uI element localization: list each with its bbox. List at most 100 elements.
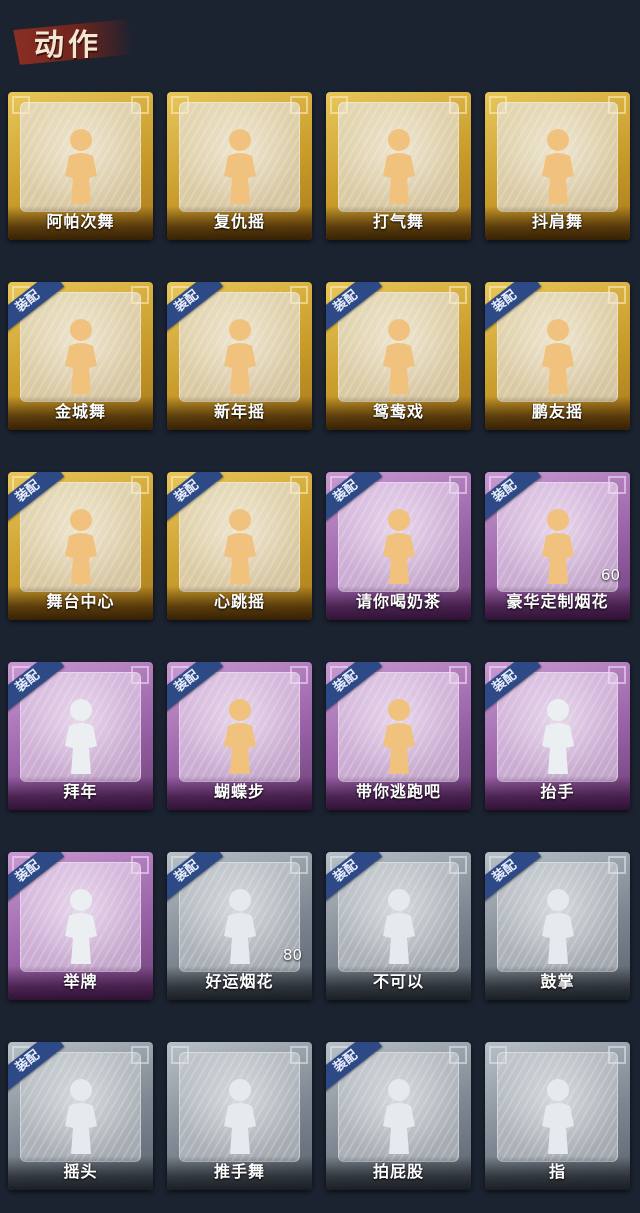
frame-ornament <box>131 96 149 114</box>
emote-card[interactable]: 装配 不可以 <box>326 852 471 1000</box>
firework-can-icon <box>223 889 256 964</box>
frame-ornament <box>489 96 507 114</box>
emote-card[interactable]: 装配 舞台中心 <box>8 472 153 620</box>
frame-ornament <box>608 666 626 684</box>
dance-figure-icon <box>223 699 256 774</box>
emote-label: 复仇摇 <box>213 212 265 231</box>
emote-card[interactable]: 指 <box>485 1042 630 1190</box>
emote-label: 鹏友摇 <box>531 402 583 421</box>
emote-card[interactable]: 复仇摇 <box>167 92 312 240</box>
emote-label: 拍屁股 <box>372 1162 424 1181</box>
dance-figure-icon <box>223 129 256 204</box>
dance-figure-icon <box>223 319 256 394</box>
fireworks-icon <box>541 509 574 584</box>
dance-figure-icon <box>382 129 415 204</box>
frame-ornament <box>131 476 149 494</box>
clap-hands-icon <box>541 889 574 964</box>
spank-figure-icon <box>382 1079 415 1154</box>
emote-label: 豪华定制烟花 <box>506 592 609 611</box>
emote-label: 抬手 <box>540 782 575 801</box>
push-hands-figure-icon <box>223 1079 256 1154</box>
emote-label: 打气舞 <box>372 212 424 231</box>
emote-label: 阿帕次舞 <box>46 212 115 231</box>
dance-figure-icon <box>382 319 415 394</box>
emote-card[interactable]: 装配 带你逃跑吧 <box>326 662 471 810</box>
emote-card[interactable]: 装配 蝴蝶步 <box>167 662 312 810</box>
bow-figure-icon <box>64 699 97 774</box>
frame-ornament <box>608 286 626 304</box>
emote-label: 指 <box>548 1162 566 1181</box>
emote-label: 舞台中心 <box>46 592 115 611</box>
frame-ornament <box>449 1046 467 1064</box>
emote-card[interactable]: 装配 豪华定制烟花 60 <box>485 472 630 620</box>
emote-card[interactable]: 装配 摇头 <box>8 1042 153 1190</box>
emote-label: 带你逃跑吧 <box>355 782 441 801</box>
point-hand-icon <box>541 1079 574 1154</box>
emote-card[interactable]: 装配 鼓掌 <box>485 852 630 1000</box>
item-count: 60 <box>600 566 620 584</box>
section-header: 动作 <box>14 14 134 66</box>
emote-card[interactable]: 装配 好运烟花 80 <box>167 852 312 1000</box>
emote-card[interactable]: 装配 请你喝奶茶 <box>326 472 471 620</box>
frame-ornament <box>171 96 189 114</box>
frame-ornament <box>489 1046 507 1064</box>
emote-label: 摇头 <box>63 1162 98 1181</box>
frame-ornament <box>449 286 467 304</box>
frame-ornament <box>449 666 467 684</box>
emote-card[interactable]: 装配 新年摇 <box>167 282 312 430</box>
emote-card[interactable]: 抖肩舞 <box>485 92 630 240</box>
emote-label: 推手舞 <box>213 1162 265 1181</box>
emote-label: 抖肩舞 <box>531 212 583 231</box>
emote-card[interactable]: 装配 拜年 <box>8 662 153 810</box>
finger-wag-icon <box>382 889 415 964</box>
frame-ornament <box>131 856 149 874</box>
emote-card[interactable]: 装配 拍屁股 <box>326 1042 471 1190</box>
frame-ornament <box>608 476 626 494</box>
frame-ornament <box>290 666 308 684</box>
frame-ornament <box>131 286 149 304</box>
milk-tea-figure-icon <box>382 509 415 584</box>
frame-ornament <box>330 96 348 114</box>
emote-label: 不可以 <box>372 972 424 991</box>
emote-label: 蝴蝶步 <box>213 782 265 801</box>
frame-ornament <box>608 856 626 874</box>
emote-label: 鸳鸯戏 <box>372 402 424 421</box>
emote-card[interactable]: 装配 鹏友摇 <box>485 282 630 430</box>
dance-figure-icon <box>64 509 97 584</box>
dance-figure-icon <box>64 129 97 204</box>
emote-label: 拜年 <box>63 782 98 801</box>
item-count: 80 <box>282 946 302 964</box>
frame-ornament <box>290 96 308 114</box>
dance-figure-icon <box>64 319 97 394</box>
frame-ornament <box>131 666 149 684</box>
emote-label: 鼓掌 <box>540 972 575 991</box>
raise-hand-figure-icon <box>541 699 574 774</box>
emote-card[interactable]: 装配 鸳鸯戏 <box>326 282 471 430</box>
emote-label: 请你喝奶茶 <box>355 592 441 611</box>
frame-ornament <box>12 96 30 114</box>
emote-label: 新年摇 <box>213 402 265 421</box>
emote-card[interactable]: 阿帕次舞 <box>8 92 153 240</box>
frame-ornament <box>449 476 467 494</box>
frame-ornament <box>290 1046 308 1064</box>
frame-ornament <box>290 286 308 304</box>
frame-ornament <box>608 96 626 114</box>
emote-card[interactable]: 推手舞 <box>167 1042 312 1190</box>
emote-card[interactable]: 装配 举牌 <box>8 852 153 1000</box>
emote-card[interactable]: 打气舞 <box>326 92 471 240</box>
frame-ornament <box>131 1046 149 1064</box>
frame-ornament <box>290 856 308 874</box>
emote-grid: 阿帕次舞 复仇摇 打气舞 抖肩舞 装配 金城舞 装配 新年摇 装配 鸳鸯戏 装配 鹏友摇 装配 舞台中心装… <box>8 92 632 1190</box>
sign-figure-icon <box>64 889 97 964</box>
emote-card[interactable]: 装配 抬手 <box>485 662 630 810</box>
page-title: 动作 <box>34 28 102 63</box>
frame-ornament <box>449 96 467 114</box>
frame-ornament <box>608 1046 626 1064</box>
dance-figure-icon <box>541 129 574 204</box>
emote-card[interactable]: 装配 金城舞 <box>8 282 153 430</box>
shake-head-figure-icon <box>64 1079 97 1154</box>
frame-ornament <box>290 476 308 494</box>
emote-card[interactable]: 装配 心跳摇 <box>167 472 312 620</box>
dance-figure-icon <box>382 699 415 774</box>
emote-label: 心跳摇 <box>213 592 265 611</box>
